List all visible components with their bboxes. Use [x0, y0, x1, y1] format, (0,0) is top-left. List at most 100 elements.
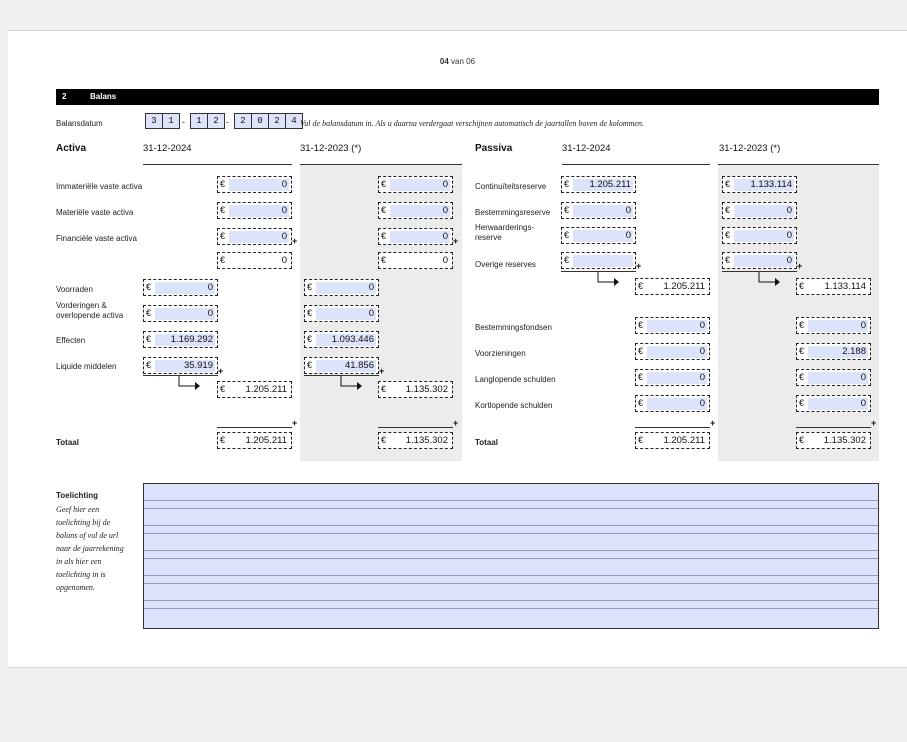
date-month-1[interactable]: 1 — [190, 113, 208, 129]
activa-col-current: 31-12-2024 — [143, 143, 192, 154]
continuiteit-prior-field[interactable]: €1.133.114 — [722, 176, 797, 193]
vorderingen-prior-field[interactable]: €0 — [304, 305, 379, 322]
date-month-2[interactable]: 2 — [207, 113, 225, 129]
effecten-current-field[interactable]: €1.169.292 — [143, 331, 218, 348]
plus-sign: + — [453, 236, 459, 246]
arrow-right-icon — [758, 272, 780, 286]
vorderingen-current-field[interactable]: €0 — [143, 305, 218, 322]
financieel-current-field[interactable]: €0 — [217, 228, 292, 245]
effecten-prior-field[interactable]: €1.093.446 — [304, 331, 379, 348]
page-number: 04 van 06 — [439, 57, 476, 66]
section-number: 2 — [62, 92, 67, 101]
fondsen-current-field[interactable]: €0 — [635, 317, 710, 334]
arrow-right-icon — [340, 376, 362, 390]
toelichting-title: Toelichting — [56, 491, 99, 500]
reserves-subtotal-current: €1.205.211 — [635, 278, 710, 295]
row-label: Langlopende schulden — [475, 375, 556, 384]
plus-sign: + — [292, 418, 298, 428]
date-year-2[interactable]: 0 — [251, 113, 269, 129]
row-label: Herwaarderings-reserve — [475, 223, 535, 242]
activa-totaal-prior: €1.135.302 — [378, 432, 453, 449]
row-label: Totaal — [475, 438, 498, 447]
row-label: Continuïteitsreserve — [475, 182, 547, 191]
sum-line — [217, 427, 292, 428]
vaste-activa-subtotal-prior: €0 — [378, 252, 453, 269]
vlottende-activa-subtotal-current: €1.205.211 — [217, 381, 292, 398]
plus-sign: + — [292, 236, 298, 246]
voorraden-current-field[interactable]: €0 — [143, 279, 218, 296]
section-title: Balans — [90, 92, 117, 101]
activa-col-prior: 31-12-2023 (*) — [300, 143, 362, 154]
row-label: Liquide middelen — [56, 362, 117, 371]
text-line — [144, 525, 878, 526]
overige-current-field[interactable]: € — [561, 252, 636, 269]
overige-prior-field[interactable]: €0 — [722, 252, 797, 269]
activa-title: Activa — [56, 143, 87, 154]
plus-sign: + — [636, 261, 642, 271]
plus-sign: + — [218, 366, 224, 376]
langlopend-current-field[interactable]: €0 — [635, 369, 710, 386]
row-label: Totaal — [56, 438, 79, 447]
bestemming-prior-field[interactable]: €0 — [722, 202, 797, 219]
arrow-right-icon — [178, 376, 200, 390]
plus-sign: + — [710, 418, 716, 428]
sum-line — [635, 427, 710, 428]
text-line — [144, 508, 878, 509]
row-label: Financiële vaste activa — [56, 234, 137, 243]
passiva-totaal-current: €1.205.211 — [635, 432, 710, 449]
fondsen-prior-field[interactable]: €0 — [796, 317, 871, 334]
liquide-current-field[interactable]: €35.919 — [143, 357, 218, 374]
text-line — [144, 608, 878, 609]
divider — [300, 164, 462, 165]
date-day-1[interactable]: 3 — [145, 113, 163, 129]
passiva-title: Passiva — [475, 143, 513, 154]
text-line — [144, 558, 878, 559]
date-day-2[interactable]: 1 — [162, 113, 180, 129]
row-label: Overige reserves — [475, 260, 536, 269]
financieel-prior-field[interactable]: €0 — [378, 228, 453, 245]
immaterieel-current-field[interactable]: €0 — [217, 176, 292, 193]
toelichting-textarea[interactable] — [143, 483, 879, 629]
row-label: Bestemmingsreserve — [475, 208, 551, 217]
form-page: 04 van 06 2 Balans Balansdatum 3 1 - 1 2… — [8, 30, 907, 668]
materieel-current-field[interactable]: €0 — [217, 202, 292, 219]
voorzieningen-current-field[interactable]: €0 — [635, 343, 710, 360]
passiva-totaal-prior: €1.135.302 — [796, 432, 871, 449]
bestemming-current-field[interactable]: €0 — [561, 202, 636, 219]
row-label: Immateriële vaste activa — [56, 182, 143, 191]
text-line — [144, 575, 878, 576]
continuiteit-current-field[interactable]: €1.205.211 — [561, 176, 636, 193]
date-instruction: Vul de balansdatum in. Als u daarna verd… — [300, 119, 644, 128]
kortlopend-current-field[interactable]: €0 — [635, 395, 710, 412]
liquide-prior-field[interactable]: €41.856 — [304, 357, 379, 374]
voorzieningen-prior-field[interactable]: €2.188 — [796, 343, 871, 360]
immaterieel-prior-field[interactable]: €0 — [378, 176, 453, 193]
vlottende-activa-subtotal-prior: €1.135.302 — [378, 381, 453, 398]
kortlopend-prior-field[interactable]: €0 — [796, 395, 871, 412]
herwaardering-current-field[interactable]: €0 — [561, 227, 636, 244]
materieel-prior-field[interactable]: €0 — [378, 202, 453, 219]
balance-date-label: Balansdatum — [56, 119, 103, 128]
text-line — [144, 533, 878, 534]
voorraden-prior-field[interactable]: €0 — [304, 279, 379, 296]
toelichting-help: Geef hier een toelichting bij de balans … — [56, 505, 124, 592]
row-label: Effecten — [56, 336, 86, 345]
date-year-3[interactable]: 2 — [268, 113, 286, 129]
plus-sign: + — [453, 418, 459, 428]
sum-line — [796, 427, 871, 428]
divider — [143, 164, 292, 165]
row-label: Voorraden — [56, 285, 93, 294]
text-line — [144, 583, 878, 584]
row-label: Vorderingen & overlopende activa — [56, 301, 124, 320]
date-year-1[interactable]: 2 — [234, 113, 252, 129]
herwaardering-prior-field[interactable]: €0 — [722, 227, 797, 244]
section-header: 2 Balans — [56, 89, 879, 105]
text-line — [144, 500, 878, 501]
plus-sign: + — [871, 418, 877, 428]
arrow-right-icon — [597, 272, 619, 286]
passiva-col-prior: 31-12-2023 (*) — [719, 143, 781, 154]
passiva-col-current: 31-12-2024 — [562, 143, 611, 154]
text-line — [144, 600, 878, 601]
row-label: Materiële vaste activa — [56, 208, 134, 217]
langlopend-prior-field[interactable]: €0 — [796, 369, 871, 386]
